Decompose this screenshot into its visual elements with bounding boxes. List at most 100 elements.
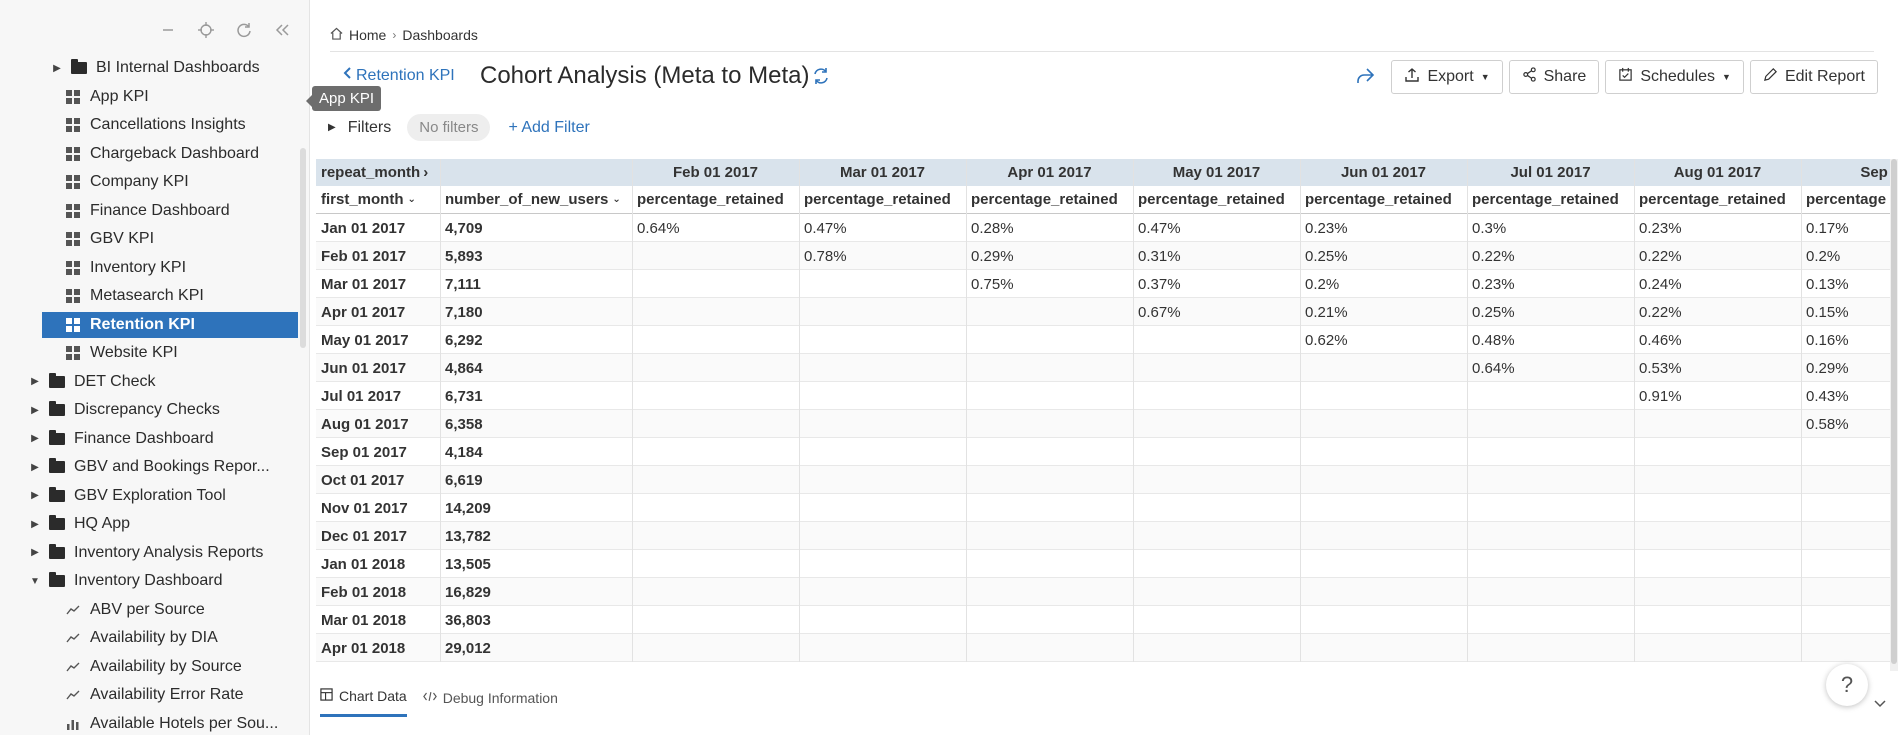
home-icon[interactable] xyxy=(330,27,343,43)
edit-report-button[interactable]: Edit Report xyxy=(1749,60,1878,94)
retention-cell xyxy=(799,270,966,298)
column-header-date[interactable]: Aug 01 2017 xyxy=(1634,159,1801,186)
sidebar-item[interactable]: Cancellations Insights xyxy=(0,112,300,138)
caret-right-icon[interactable]: ▶ xyxy=(30,547,40,558)
new-users-cell: 13,782 xyxy=(445,527,491,545)
sidebar-item[interactable]: Chargeback Dashboard xyxy=(0,141,300,167)
caret-right-icon[interactable]: ▶ xyxy=(30,433,40,444)
caret-right-icon[interactable]: ▶ xyxy=(30,519,40,530)
column-header-date[interactable]: Sep 01 xyxy=(1801,159,1898,186)
sidebar-item[interactable]: ▶ GBV Exploration Tool xyxy=(0,483,300,509)
row-header-new-users[interactable]: number_of_new_users ⌄ xyxy=(440,186,632,214)
minimize-icon[interactable] xyxy=(159,21,177,39)
table-scrollbar[interactable] xyxy=(1890,159,1898,671)
add-filter-button[interactable]: + Add Filter xyxy=(508,119,589,137)
scrollbar-thumb[interactable] xyxy=(1891,159,1897,664)
share-button[interactable]: Share xyxy=(1508,60,1600,94)
breadcrumb-home[interactable]: Home xyxy=(349,27,386,43)
edit-report-label: Edit Report xyxy=(1784,68,1865,85)
back-link[interactable]: Retention KPI xyxy=(342,66,455,85)
row-header-first-month[interactable]: first_month ⌄ xyxy=(316,186,440,214)
sidebar-item-label: Finance Dashboard xyxy=(90,201,230,219)
first-month-cell: Mar 01 2018 xyxy=(321,611,407,629)
retention-cell xyxy=(632,522,799,550)
column-header-metric[interactable]: percentage xyxy=(1801,186,1898,214)
column-divider xyxy=(1300,159,1301,662)
sidebar-item[interactable]: ▼ Inventory Dashboard xyxy=(0,568,300,594)
column-header-date[interactable]: Apr 01 2017 xyxy=(966,159,1133,186)
help-button[interactable]: ? xyxy=(1826,664,1868,706)
tab-chart-data[interactable]: Chart Data xyxy=(320,688,407,717)
new-users-cell: 36,803 xyxy=(445,611,491,629)
sidebar-item[interactable]: ▶ HQ App xyxy=(0,511,300,537)
locate-icon[interactable] xyxy=(197,21,215,39)
retention-cell xyxy=(1467,606,1634,634)
retention-cell xyxy=(1133,354,1300,382)
schedules-button[interactable]: Schedules ▼ xyxy=(1605,60,1744,94)
collapse-sidebar-icon[interactable] xyxy=(273,21,291,39)
sidebar-item[interactable]: ▶ DET Check xyxy=(0,369,300,395)
pencil-icon xyxy=(1763,67,1778,87)
sidebar-item[interactable]: ▶ Discrepancy Checks xyxy=(0,397,300,423)
tab-debug-information[interactable]: Debug Information xyxy=(422,688,558,717)
chevron-down-icon[interactable] xyxy=(1874,697,1886,711)
sidebar-item[interactable]: Inventory KPI xyxy=(0,255,300,281)
sidebar-item[interactable]: Availability by DIA xyxy=(0,625,300,651)
share-arrow-icon[interactable] xyxy=(1355,67,1375,88)
retention-cell: 0.16% xyxy=(1806,331,1849,349)
row-header-label: first_month xyxy=(321,191,404,208)
column-header-metric[interactable]: percentage_retained xyxy=(1467,186,1634,214)
sidebar-item[interactable]: Availability by Source xyxy=(0,654,300,680)
caret-right-icon[interactable]: ▶ xyxy=(30,405,40,416)
schedules-label: Schedules xyxy=(1640,68,1716,85)
column-header-date[interactable]: Jun 01 2017 xyxy=(1300,159,1467,186)
retention-cell: 0.48% xyxy=(1472,331,1515,349)
caret-right-icon[interactable]: ▶ xyxy=(30,490,40,501)
sidebar-item[interactable]: GBV KPI xyxy=(0,226,300,252)
refresh-report-icon[interactable] xyxy=(812,67,830,88)
column-header-metric[interactable]: percentage_retained xyxy=(1133,186,1300,214)
sidebar-scrollbar[interactable] xyxy=(300,148,306,348)
column-header-metric[interactable]: percentage_retained xyxy=(799,186,966,214)
sidebar-item[interactable]: ▶ Finance Dashboard xyxy=(0,426,300,452)
sidebar-item[interactable]: Website KPI xyxy=(0,340,300,366)
export-button[interactable]: Export ▼ xyxy=(1391,60,1503,94)
tab-debug-label: Debug Information xyxy=(442,689,558,706)
column-header-date[interactable]: Mar 01 2017 xyxy=(799,159,966,186)
column-header-metric[interactable]: percentage_retained xyxy=(1634,186,1801,214)
caret-right-icon[interactable]: ▶ xyxy=(30,462,40,473)
sidebar-item[interactable]: Available Hotels per Sou... xyxy=(0,711,300,735)
sidebar-item[interactable]: Company KPI xyxy=(0,169,300,195)
sidebar-controls xyxy=(159,21,291,39)
caret-right-icon[interactable]: ▶ xyxy=(30,376,40,387)
sidebar-item[interactable]: ▶ BI Internal Dashboards xyxy=(0,55,300,81)
sidebar-item[interactable]: ▶ GBV and Bookings Repor... xyxy=(0,454,300,480)
sidebar-item[interactable]: Finance Dashboard xyxy=(0,198,300,224)
sidebar-item[interactable]: Metasearch KPI xyxy=(0,283,300,309)
caret-right-icon[interactable]: ▶ xyxy=(328,122,336,133)
retention-cell: 0.78% xyxy=(804,247,847,265)
refresh-icon[interactable] xyxy=(235,21,253,39)
caret-right-icon[interactable]: ▶ xyxy=(52,63,62,74)
no-filters-chip: No filters xyxy=(407,114,491,141)
filters-label[interactable]: Filters xyxy=(348,119,392,137)
column-header-date[interactable]: Jul 01 2017 xyxy=(1467,159,1634,186)
sidebar-item-label: App KPI xyxy=(90,87,149,105)
pivot-header-repeat-month[interactable]: repeat_month › xyxy=(316,159,632,186)
sidebar-item[interactable]: Retention KPI xyxy=(42,311,298,338)
sidebar-item[interactable]: ▶ Inventory Analysis Reports xyxy=(0,540,300,566)
chevron-left-icon xyxy=(342,66,352,85)
column-header-metric[interactable]: percentage_retained xyxy=(1300,186,1467,214)
column-header-date[interactable]: Feb 01 2017 xyxy=(632,159,799,186)
column-header-metric[interactable]: percentage_retained xyxy=(632,186,799,214)
retention-cell xyxy=(799,494,966,522)
sidebar-item[interactable]: App KPI xyxy=(0,84,300,110)
column-header-date[interactable]: May 01 2017 xyxy=(1133,159,1300,186)
column-header-metric[interactable]: percentage_retained xyxy=(966,186,1133,214)
retention-cell xyxy=(1801,438,1898,466)
caret-down-icon[interactable]: ▼ xyxy=(30,576,40,587)
breadcrumb-dashboards[interactable]: Dashboards xyxy=(402,27,478,43)
folder-icon xyxy=(48,515,66,532)
sidebar-item[interactable]: ABV per Source xyxy=(0,597,300,623)
sidebar-item[interactable]: Availability Error Rate xyxy=(0,682,300,708)
